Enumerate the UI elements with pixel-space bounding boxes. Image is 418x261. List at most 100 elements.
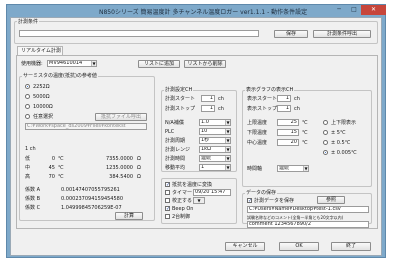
display-start-unit: ch: [294, 96, 300, 102]
screen: { "window": { "title": "N850シリーズ 簡易温度計 多…: [0, 0, 418, 261]
timer-datetime-input[interactable]: 09/20 15:47: [193, 189, 231, 196]
calibrate-checkbox-label: 校正する: [172, 198, 193, 204]
temp-row-low-name: 低: [25, 156, 31, 162]
temp-row-high-ohm: Ω: [137, 174, 141, 180]
coef-c-label: 係数 C: [25, 205, 41, 211]
span-radio-5-label: ± 5℃: [331, 130, 346, 136]
radio-custom[interactable]: [25, 114, 30, 119]
temp-row-mid-unit: ℃: [58, 165, 64, 171]
lower-limit-input[interactable]: 15: [277, 129, 299, 136]
radio-10000[interactable]: [25, 104, 30, 109]
lower-limit-label: 下限温度: [247, 130, 268, 136]
span-radio-limits-label: 上下限表示: [331, 120, 357, 126]
calibrate-checkbox[interactable]: [165, 198, 170, 203]
condition-read-button[interactable]: 計測条件呼出: [313, 30, 371, 38]
calculate-button[interactable]: 計算: [115, 212, 143, 220]
measure-row-range-select[interactable]: 1kΩ ▼: [199, 146, 231, 153]
thermistor-group-label: サーミスタの温度(抵抗)の参考値: [22, 73, 98, 79]
measure-start-input[interactable]: 1: [201, 95, 215, 102]
temp-row-high-name: 高: [25, 174, 31, 180]
comment-input[interactable]: comment 1234567890/2: [247, 221, 369, 228]
span-radio-0005[interactable]: [323, 150, 328, 155]
condition-save-button[interactable]: 保存: [274, 30, 308, 38]
remove-from-list-button[interactable]: リストから削除: [184, 60, 226, 68]
chevron-down-icon: ▼: [91, 61, 96, 66]
measure-row-period-select[interactable]: 1秒 ▼: [199, 137, 231, 144]
upper-limit-input[interactable]: 25: [277, 119, 299, 126]
span-radio-5[interactable]: [323, 130, 328, 135]
display-stop-label: 表示ストップ: [247, 106, 278, 112]
measure-row-time-value: 連続: [201, 155, 212, 161]
display-start-input[interactable]: 1: [277, 95, 291, 102]
convert-checkbox[interactable]: ✓: [165, 182, 170, 188]
resistance-file-path[interactable]: C:¥Work¥space_ds2009¥Files¥kontekst: [25, 123, 147, 130]
minimize-button[interactable]: ─: [331, 5, 347, 15]
coef-b-label: 係数 B: [25, 196, 41, 202]
temp-row-mid-res: 1235.0000: [105, 165, 133, 171]
measure-stop-label: 計測ストップ: [165, 106, 196, 112]
measure-row-avg-select[interactable]: 1 ▼: [199, 164, 231, 171]
chevron-down-icon: ▼: [225, 165, 230, 170]
upper-limit-label: 上限温度: [247, 120, 268, 126]
condition-name-input[interactable]: [19, 30, 259, 37]
add-to-list-button[interactable]: リストに追加: [138, 60, 180, 68]
display-start-label: 表示スタート: [247, 96, 278, 102]
browse-button[interactable]: 参照: [317, 196, 345, 204]
radio-5000-label: 5000Ω: [33, 94, 50, 100]
beep-checkbox[interactable]: ✓: [165, 206, 170, 212]
span-radio-05[interactable]: [323, 140, 328, 145]
coef-a-value: 0.00147407055795261: [61, 187, 120, 193]
timer-checkbox-label: タイマー: [172, 190, 193, 196]
temp-row-mid-temp: 45: [48, 165, 55, 171]
span-radio-0005-label: ± 0.005℃: [331, 150, 357, 156]
tab-realtime[interactable]: リアルタイム計測: [17, 46, 63, 55]
span-radio-05-label: ± 0.5℃: [331, 140, 351, 146]
measure-row-na-label: N/A補償: [165, 120, 184, 126]
timer-checkbox[interactable]: [165, 190, 170, 195]
display-stop-input[interactable]: 1: [277, 105, 291, 112]
measure-row-plc-select[interactable]: 10 ▼: [199, 128, 231, 135]
chevron-down-icon: ▼: [303, 166, 308, 171]
chevron-down-icon: ▼: [194, 198, 204, 203]
measure-row-plc-value: 10: [201, 128, 208, 134]
resistance-file-button[interactable]: 抵抗ファイル呼出: [95, 113, 147, 121]
time-axis-select[interactable]: 連続 ▼: [277, 165, 309, 172]
dual-control-checkbox[interactable]: [165, 214, 170, 219]
measure-row-time-select[interactable]: 連続 ▼: [199, 155, 231, 162]
chevron-down-icon: ▼: [225, 138, 230, 143]
save-data-checkbox[interactable]: ✓: [247, 198, 252, 204]
display-stop-unit: ch: [294, 106, 300, 112]
radio-custom-label: 任意選択: [33, 114, 54, 120]
display-group-label: 表示グラフの表示CH: [245, 87, 295, 93]
calibrate-select[interactable]: ▼: [193, 197, 205, 204]
center-temp-input[interactable]: 20: [277, 139, 299, 146]
close-window-button[interactable]: ✕: [361, 5, 386, 15]
chevron-down-icon: ▼: [225, 147, 230, 152]
title-bar[interactable]: N850シリーズ 簡易温度計 多チャンネル温度ロガー ver1.1.1 - 動作…: [7, 5, 386, 17]
measure-row-plc-label: PLC: [165, 129, 175, 135]
maximize-button[interactable]: □: [347, 5, 361, 15]
save-path-input[interactable]: C:¥Users¥Name¥Desktop¥test-1.csv: [247, 206, 369, 213]
measure-row-na-select[interactable]: 1.0 ▼: [199, 119, 231, 126]
measure-row-time-label: 計測時間: [165, 156, 186, 162]
temp-row-mid-name: 中: [25, 165, 31, 171]
measure-stop-input[interactable]: 1: [201, 105, 215, 112]
span-radio-limits[interactable]: [323, 120, 328, 125]
ok-button[interactable]: OK: [279, 242, 319, 251]
radio-2252[interactable]: [25, 84, 30, 89]
device-select[interactable]: MV94610014 ▼: [47, 60, 97, 67]
lower-limit-unit: ℃: [302, 130, 308, 136]
radio-5000[interactable]: [25, 94, 30, 99]
device-select-value: MV94610014: [49, 60, 83, 66]
exit-button[interactable]: 終了: [331, 242, 371, 251]
save-data-checkbox-label: 計測データを保存: [254, 198, 295, 204]
upper-limit-unit: ℃: [302, 120, 308, 126]
save-group-label: データの保存: [245, 190, 278, 196]
convert-checkbox-label: 抵抗を温度に変換: [172, 182, 213, 188]
measure-row-avg-label: 移動平均: [165, 165, 186, 171]
channel-label: 1 ch: [25, 146, 36, 152]
window-title: N850シリーズ 簡易温度計 多チャンネル温度ロガー ver1.1.1 - 動作…: [99, 9, 308, 16]
center-temp-label: 中心温度: [247, 140, 268, 146]
coef-b-value: 0.000237094159454580: [61, 196, 124, 202]
cancel-button[interactable]: キャンセル: [225, 242, 265, 251]
